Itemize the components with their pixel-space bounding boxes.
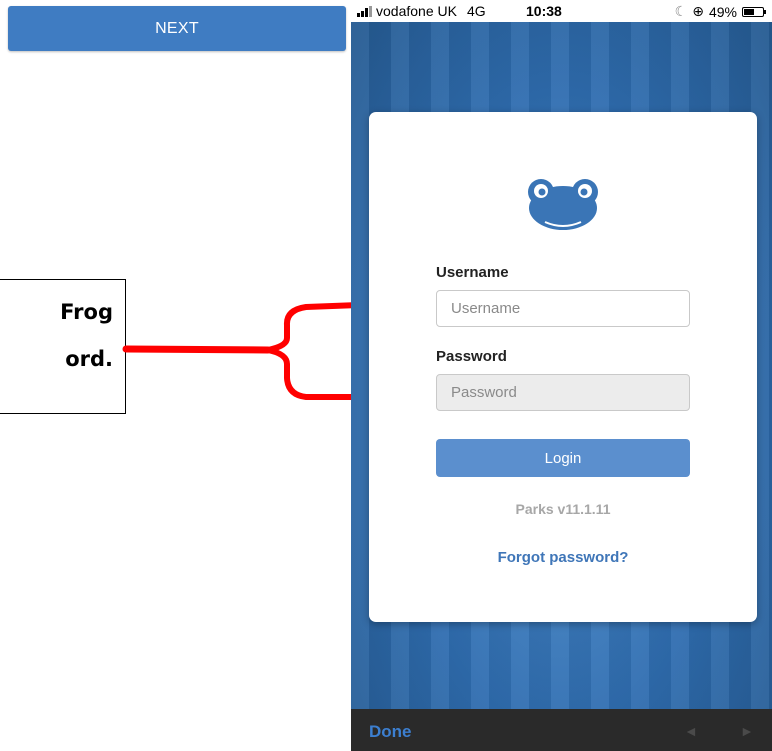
frog-logo-icon	[528, 179, 598, 230]
username-label: Username	[436, 264, 509, 281]
phone-screen: vodafone UK 4G 10:38 ☾ ⊕ 49% Username Pa…	[351, 0, 772, 751]
network-type: 4G	[466, 3, 486, 19]
done-button[interactable]: Done	[369, 722, 412, 742]
next-field-icon[interactable]: ►	[740, 723, 754, 739]
battery-icon	[742, 6, 766, 17]
previous-field-icon[interactable]: ◄	[684, 723, 698, 739]
moon-icon: ☾	[674, 3, 688, 19]
password-label: Password	[436, 348, 507, 365]
username-input[interactable]	[436, 290, 690, 327]
carrier-name: vodafone UK	[376, 3, 457, 19]
login-button[interactable]: Login	[436, 439, 690, 477]
battery-percent: 49%	[708, 3, 737, 20]
version-label: Parks v11.1.11	[515, 501, 611, 517]
login-card: Username Password Login Parks v11.1.11 F…	[369, 112, 757, 622]
keyboard-accessory-bar: Done ◄ ►	[351, 709, 772, 751]
clock: 10:38	[526, 3, 562, 19]
signal-icon	[357, 5, 372, 17]
forgot-password-link[interactable]: Forgot password?	[369, 549, 757, 566]
password-input[interactable]	[436, 374, 690, 411]
orientation-lock-icon: ⊕	[692, 3, 704, 19]
status-bar: vodafone UK 4G 10:38 ☾ ⊕ 49%	[351, 0, 772, 22]
